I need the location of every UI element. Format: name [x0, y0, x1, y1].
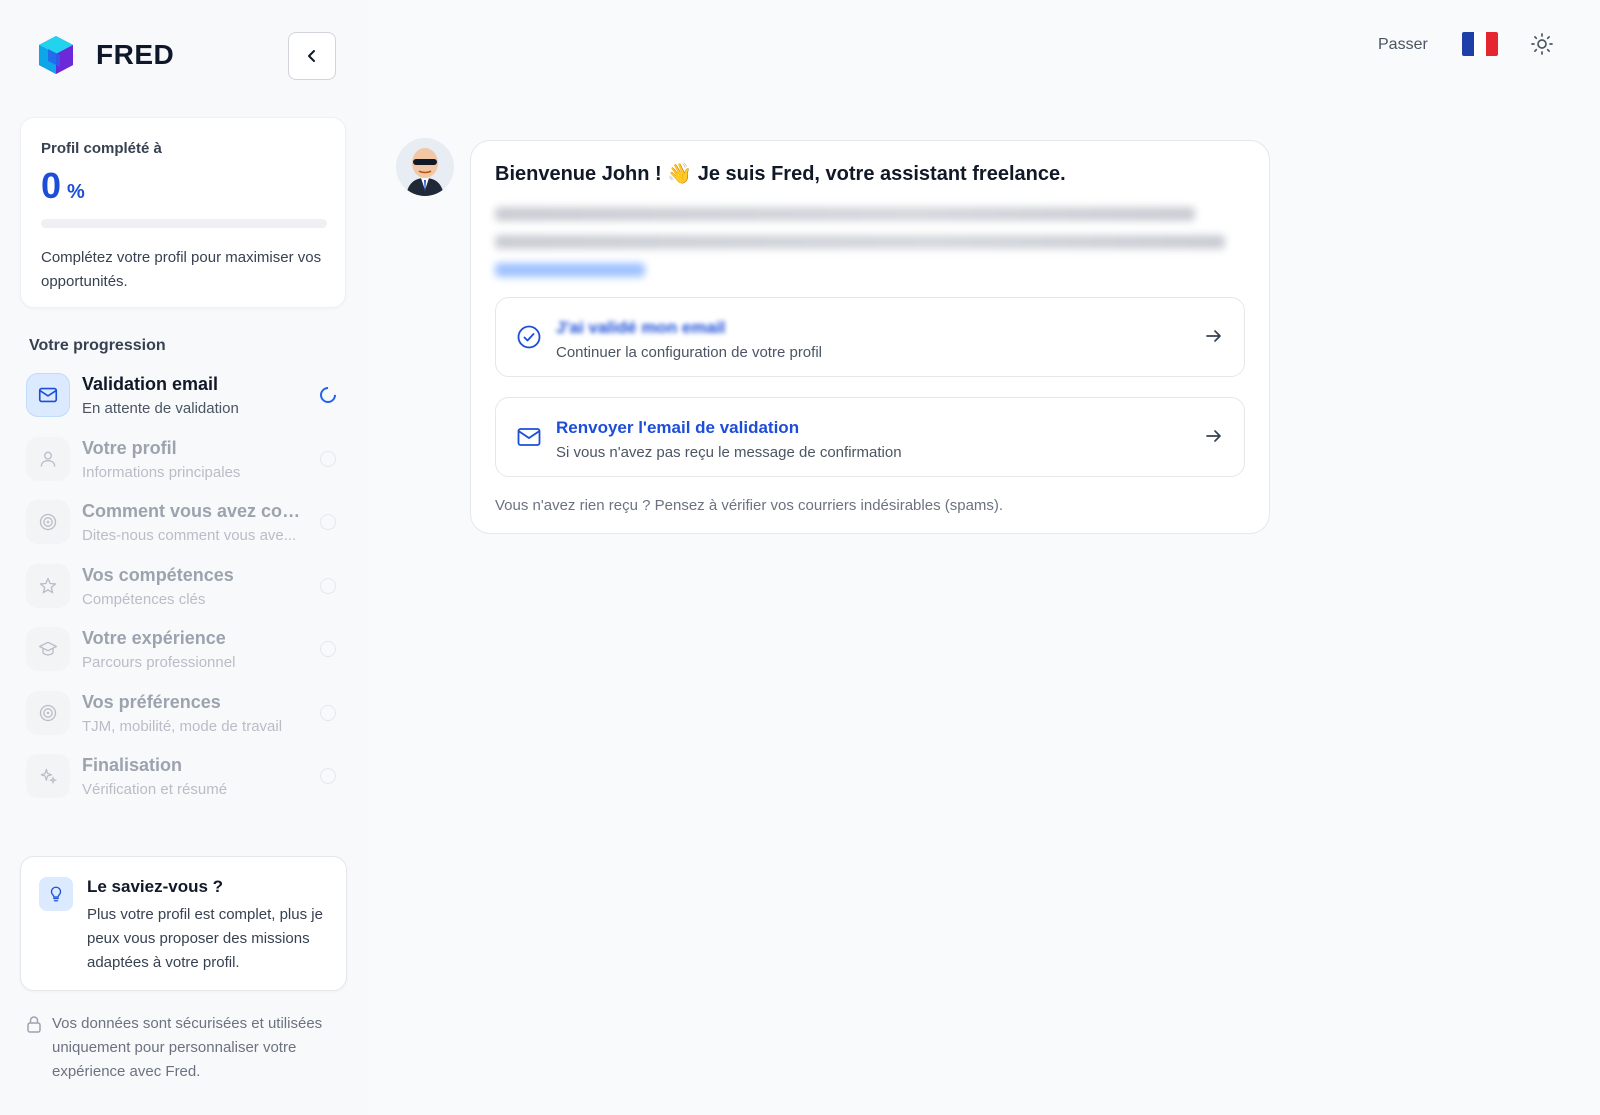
step-subtitle: Informations principales — [82, 463, 241, 481]
action-subtitle: Si vous n'avez pas reçu le message de co… — [556, 444, 902, 461]
step-subtitle: Dites-nous comment vous ave... — [82, 527, 297, 544]
collapse-sidebar-button[interactable] — [288, 32, 336, 80]
sidebar: FRED Profil complété à 0 % Complétez vot… — [0, 0, 368, 1115]
step-title: Comment vous avez con... — [82, 501, 308, 521]
arrow-right-icon — [1206, 430, 1221, 442]
profile-completion-label: Profil complété à — [41, 140, 162, 157]
resend-validation-email-button[interactable]: Renvoyer l'email de validation Si vous n… — [495, 397, 1245, 477]
target-icon — [26, 690, 70, 735]
check-circle-icon — [517, 325, 541, 349]
brand-name: FRED — [96, 39, 175, 70]
arrow-right-icon — [1206, 330, 1221, 342]
step-subtitle: Compétences clés — [82, 590, 206, 608]
progress-section-title: Votre progression — [29, 337, 166, 354]
flag-band-red — [1486, 32, 1498, 56]
cube-logo-icon — [39, 36, 73, 74]
security-note: Vos données sont sécurisées et utilisées… — [26, 1012, 346, 1084]
action-title: J'ai validé mon email — [556, 318, 726, 337]
flag-band-white — [1474, 32, 1486, 56]
tip-text: Plus votre profil est complet, plus je p… — [87, 906, 323, 971]
sun-icon — [1531, 33, 1553, 55]
step-title: Validation email — [82, 374, 219, 394]
profile-completion-value: 0 — [41, 165, 62, 206]
step-profile[interactable]: Votre profil Informations principales — [26, 436, 342, 501]
step-title: Votre expérience — [82, 628, 226, 648]
step-subtitle: Vérification et résumé — [82, 781, 228, 798]
step-finalisation[interactable]: Finalisation Vérification et résumé — [26, 754, 342, 818]
step-title: Vos compétences — [82, 564, 234, 585]
chevron-left-icon — [308, 50, 315, 62]
profile-progress-bar — [41, 219, 327, 228]
pending-circle-icon — [320, 577, 336, 594]
assistant-avatar — [396, 138, 454, 196]
step-experience[interactable]: Votre expérience Parcours professionnel — [26, 627, 342, 691]
pending-circle-icon — [320, 704, 336, 721]
assistant-avatar-image — [396, 138, 454, 196]
step-title: Finalisation — [82, 755, 183, 775]
step-title: Vos préférences — [82, 691, 221, 712]
spam-hint-text: Vous n'avez rien reçu ? Pensez à vérifie… — [495, 497, 1004, 514]
flag-band-blue — [1462, 32, 1474, 56]
target-icon — [26, 500, 70, 544]
pending-circle-icon — [320, 450, 336, 467]
step-subtitle: En attente de validation — [82, 400, 239, 417]
step-subtitle: TJM, mobilité, mode de travail — [82, 717, 283, 735]
graduation-cap-icon — [26, 627, 70, 671]
mail-icon — [517, 428, 541, 446]
step-referral[interactable]: Comment vous avez con... Dites-nous comm… — [26, 500, 342, 564]
tip-card: Le saviez-vous ? Plus votre profil est c… — [20, 856, 347, 991]
pending-circle-icon — [320, 641, 336, 657]
language-flag-fr[interactable] — [1462, 32, 1498, 56]
user-icon — [26, 436, 70, 481]
tip-title: Le saviez-vous ? — [87, 877, 224, 896]
profile-completion-card: Profil complété à 0 % Complétez votre pr… — [20, 117, 346, 308]
step-subtitle: Parcours professionnel — [82, 654, 236, 671]
lightbulb-icon — [39, 877, 73, 911]
pending-circle-icon — [320, 514, 336, 530]
step-preferences[interactable]: Vos préférences TJM, mobilité, mode de t… — [26, 690, 342, 755]
logo: FRED — [36, 34, 174, 76]
step-validation-email[interactable]: Validation email En attente de validatio… — [26, 373, 342, 437]
blurred-message-text — [495, 193, 1235, 283]
loading-spinner-icon — [316, 383, 340, 407]
confirm-email-validated-button[interactable]: J'ai validé mon email Continuer la confi… — [495, 297, 1245, 377]
skip-button[interactable]: Passer — [1378, 36, 1428, 54]
theme-toggle-button[interactable] — [1528, 30, 1556, 58]
step-skills[interactable]: Vos compétences Compétences clés — [26, 563, 342, 628]
assistant-message-card: Bienvenue John ! 👋 Je suis Fred, votre a… — [470, 140, 1270, 534]
sparkles-icon — [26, 754, 70, 798]
action-subtitle: Continuer la configuration de votre prof… — [556, 344, 822, 361]
progress-steps: Validation email En attente de validatio… — [26, 373, 342, 818]
percent-sign: % — [67, 181, 85, 203]
star-icon — [26, 563, 70, 608]
mail-icon — [26, 373, 70, 417]
pending-circle-icon — [320, 768, 336, 784]
step-title: Votre profil — [82, 437, 177, 458]
lock-icon — [27, 1016, 41, 1033]
assistant-message-title: Bienvenue John ! 👋 Je suis Fred, votre a… — [495, 163, 1066, 185]
profile-completion-description: Complétez votre profil pour maximiser vo… — [41, 249, 322, 290]
security-note-text: Vos données sont sécurisées et utilisées… — [52, 1015, 323, 1080]
action-title: Renvoyer l'email de validation — [556, 418, 800, 437]
